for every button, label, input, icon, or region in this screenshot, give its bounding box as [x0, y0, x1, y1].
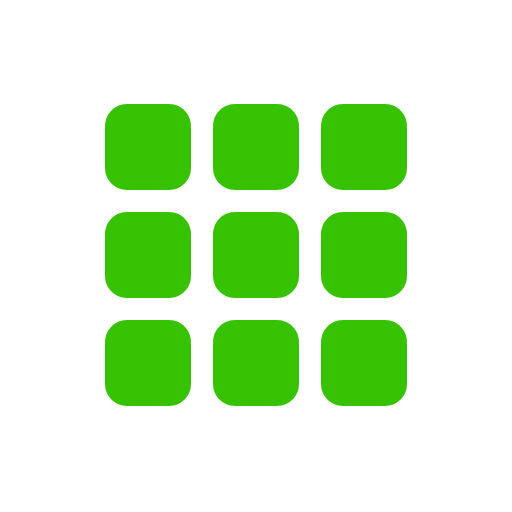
grid-tile — [321, 212, 407, 298]
icon-canvas — [0, 0, 512, 512]
grid-tile — [105, 320, 191, 406]
grid-tile — [105, 104, 191, 190]
grid-tile — [321, 104, 407, 190]
grid-tile — [213, 104, 299, 190]
grid-tile — [213, 212, 299, 298]
grid-tile — [213, 320, 299, 406]
grid-tile — [321, 320, 407, 406]
grid-tile — [105, 212, 191, 298]
app-grid-icon — [105, 104, 407, 406]
